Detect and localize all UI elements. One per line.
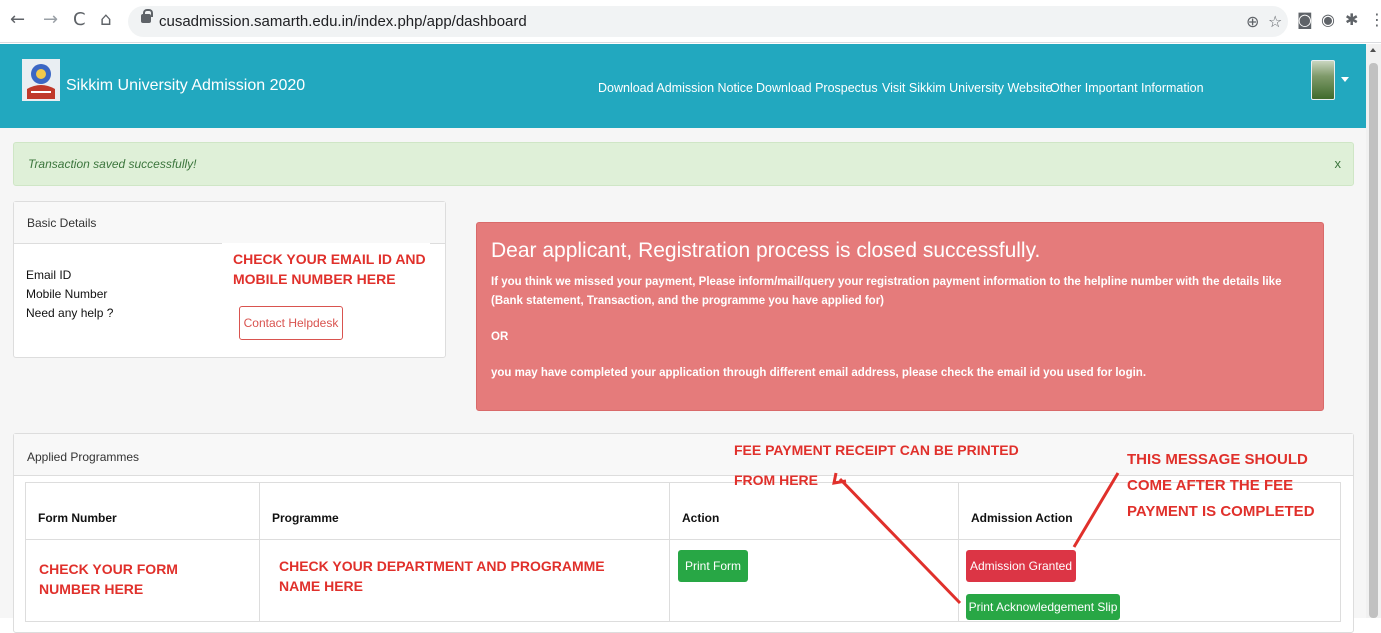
nav-other-important-information[interactable]: Other Important Information [1050,81,1204,95]
chevron-down-icon[interactable] [1341,77,1349,82]
applied-programmes-title: Applied Programmes [27,450,140,464]
address-bar[interactable]: cusadmission.samarth.edu.in/index.php/ap… [128,6,1288,37]
brand-title[interactable]: Sikkim University Admission 2020 [66,77,305,95]
reload-icon[interactable]: C [73,10,86,30]
scrollbar-thumb[interactable] [1369,63,1378,618]
need-help-label: Need any help ? [26,306,114,320]
avatar[interactable] [1311,60,1335,100]
alert-body-payment: If you think we missed your payment, Ple… [491,276,1282,307]
browser-toolbar: ← → C ⌂ cusadmission.samarth.edu.in/inde… [0,0,1381,43]
app-header: Sikkim University Admission 2020 Downloa… [0,44,1366,128]
print-acknowledgement-slip-button[interactable]: Print Acknowledgement Slip [966,594,1120,620]
annotation-mobile: MOBILE NUMBER HERE [233,271,396,287]
annotation-after-fee-2: COME AFTER THE FEE [1127,477,1294,494]
close-icon[interactable]: x [1335,156,1342,171]
camera-icon[interactable]: ◙ [1297,10,1313,29]
email-id-label: Email ID [26,268,72,282]
puzzle-icon[interactable]: ✱ [1345,10,1358,29]
url-text: cusadmission.samarth.edu.in/index.php/ap… [159,13,527,30]
alert-or: OR [491,331,509,343]
annotation-after-fee-3: PAYMENT IS COMPLETED [1127,503,1315,520]
annotation-form-number-1: CHECK YOUR FORM [39,561,178,577]
nav-visit-university-website[interactable]: Visit Sikkim University Website [882,81,1052,95]
contact-helpdesk-button[interactable]: Contact Helpdesk [239,306,343,340]
annotation-programme-1: CHECK YOUR DEPARTMENT AND PROGRAMME [279,558,605,574]
annotation-fee-receipt-2: FROM HERE [734,472,818,488]
annotation-programme-2: NAME HERE [279,578,364,594]
success-message: Transaction saved successfully! [28,157,197,171]
extension-icon[interactable]: ◉ [1321,10,1335,29]
basic-details-header: Basic Details [14,202,445,244]
menu-icon[interactable]: ⋮ [1369,10,1381,29]
annotation-email: CHECK YOUR EMAIL ID AND [233,251,426,267]
admission-granted-button[interactable]: Admission Granted [966,550,1076,582]
zoom-icon[interactable]: ⊕ [1246,12,1259,31]
alert-title: Dear applicant, Registration process is … [491,239,1041,262]
annotation-after-fee-1: THIS MESSAGE SHOULD [1127,451,1308,468]
registration-closed-alert: Dear applicant, Registration process is … [476,222,1324,411]
alert-body-email: you may have completed your application … [491,367,1147,379]
nav-download-prospectus[interactable]: Download Prospectus [756,81,878,95]
annotation-form-number-2: NUMBER HERE [39,581,144,597]
success-alert: Transaction saved successfully! x [13,142,1354,186]
column-header-form-number: Form Number [25,482,260,540]
print-form-button[interactable]: Print Form [678,550,748,582]
column-header-action: Action [669,482,959,540]
forward-icon[interactable]: → [43,10,58,30]
nav-download-admission-notice[interactable]: Download Admission Notice [598,81,753,95]
mobile-number-label: Mobile Number [26,287,108,301]
basic-details-title: Basic Details [27,216,97,230]
back-icon[interactable]: ← [10,10,25,30]
university-logo-icon [22,59,60,101]
scroll-up-icon[interactable] [1370,48,1376,52]
home-icon[interactable]: ⌂ [100,10,111,30]
star-icon[interactable]: ☆ [1268,12,1282,31]
column-header-programme: Programme [259,482,670,540]
lock-icon [141,9,153,23]
annotation-fee-receipt-1: FEE PAYMENT RECEIPT CAN BE PRINTED [734,442,1019,458]
